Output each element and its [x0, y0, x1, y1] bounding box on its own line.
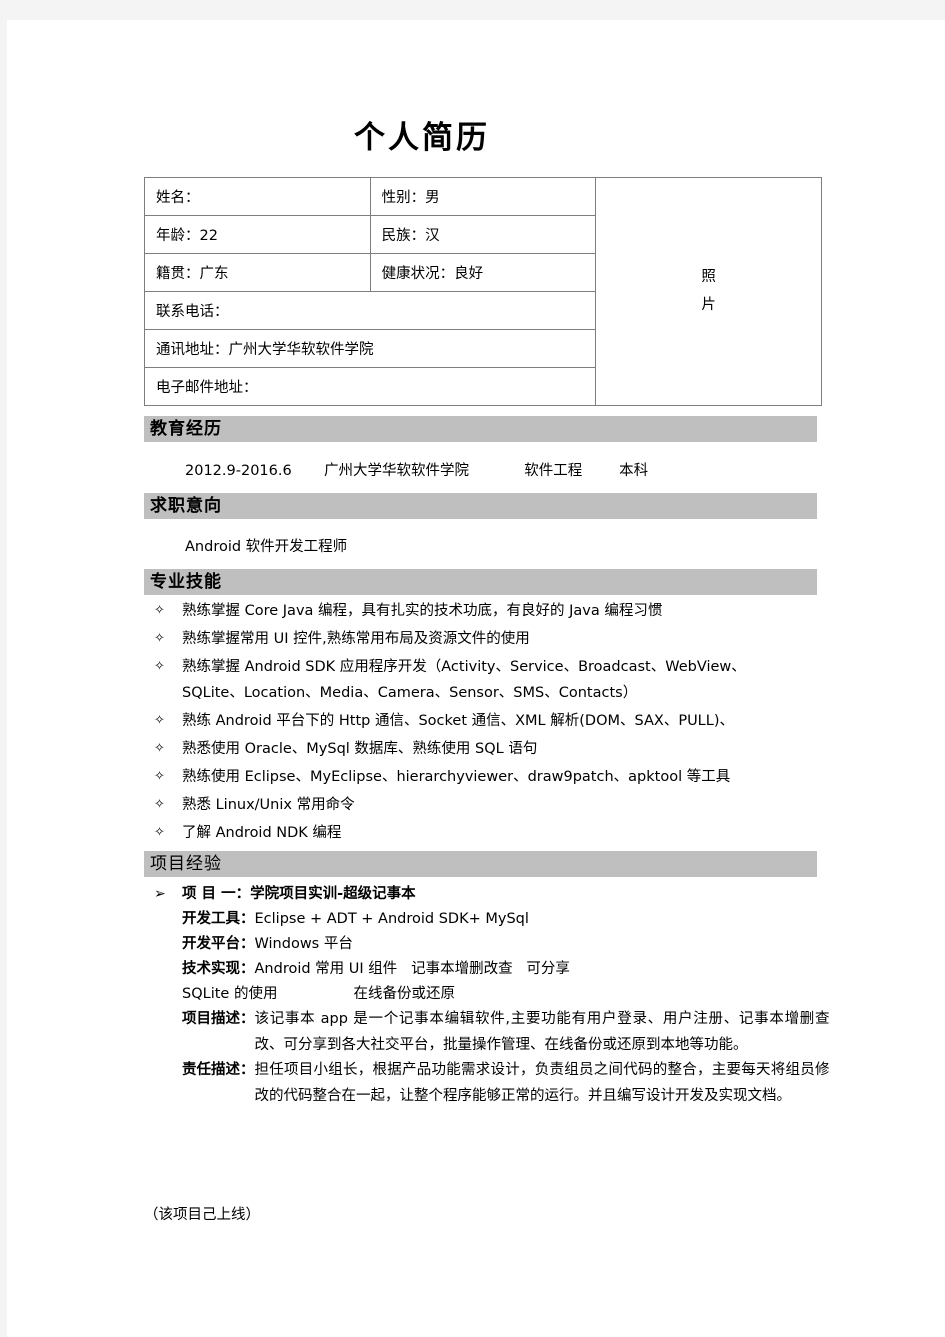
tech-line2-part2: 在线备份或还原	[353, 986, 455, 1002]
skill-text: 熟练使用 Eclipse、MyEclipse、hierarchyviewer、d…	[182, 769, 731, 785]
field-value: Windows 平台	[254, 936, 353, 952]
diamond-bullet-icon: ✧	[154, 603, 165, 618]
skill-text: 熟练 Android 平台下的 Http 通信、Socket 通信、XML 解析…	[182, 713, 734, 729]
photo-placeholder-cell: 照 片	[595, 177, 822, 406]
diamond-bullet-icon: ✧	[154, 659, 165, 674]
list-item: ✧ 熟练掌握常用 UI 控件,熟练常用布局及资源文件的使用	[144, 626, 844, 652]
skill-text: 熟练掌握常用 UI 控件,熟练常用布局及资源文件的使用	[182, 631, 530, 647]
education-entry: 2012.9-2016.6 广州大学华软软件学院 软件工程 本科	[185, 463, 649, 479]
field-value: Eclipse + ADT + Android SDK+ MySql	[254, 911, 529, 927]
project-title-row: ➢ 项 目 一：学院项目实训-超级记事本	[144, 882, 864, 907]
diamond-bullet-icon: ✧	[154, 797, 165, 812]
field-label: 项目描述：	[182, 1011, 255, 1027]
field-label: 开发工具：	[182, 911, 255, 927]
diamond-bullet-icon: ✧	[154, 741, 165, 756]
list-item: ✧ 熟练使用 Eclipse、MyEclipse、hierarchyviewer…	[144, 764, 844, 790]
cell-age: 年龄：22	[144, 215, 371, 254]
cell-phone: 联系电话：	[143, 291, 597, 330]
field-label: 责任描述：	[182, 1062, 255, 1078]
field-value: 担任项目小组长，根据产品功能需求设计，负责组员之间代码的整合，主要每天将组员修改…	[254, 1062, 830, 1104]
project-field-tech: 技术实现： Android 常用 UI 组件 记事本增删改查 可分享	[144, 957, 864, 982]
section-heading-education: 教育经历	[144, 416, 817, 442]
project-title: 项 目 一：学院项目实训-超级记事本	[182, 886, 416, 902]
section-heading-skills: 专业技能	[144, 569, 817, 595]
project-entry: ➢ 项 目 一：学院项目实训-超级记事本 开发工具： Eclipse + ADT…	[144, 882, 864, 1109]
cell-health: 健康状况：良好	[369, 253, 597, 292]
field-value: 该记事本 app 是一个记事本编辑软件,主要功能有用户登录、用户注册、记事本增删…	[254, 1011, 830, 1053]
project-field-dev-platform: 开发平台： Windows 平台	[144, 932, 864, 957]
project-duty: 责任描述： 担任项目小组长，根据产品功能需求设计，负责组员之间代码的整合，主要每…	[144, 1058, 864, 1109]
list-item: ✧ 熟练 Android 平台下的 Http 通信、Socket 通信、XML …	[144, 708, 844, 734]
list-item: ✧ 熟悉使用 Oracle、MySql 数据库、熟练使用 SQL 语句	[144, 736, 844, 762]
project-field-dev-tools: 开发工具： Eclipse + ADT + Android SDK+ MySql	[144, 907, 864, 932]
diamond-bullet-icon: ✧	[154, 825, 165, 840]
skill-text: 了解 Android NDK 编程	[182, 825, 342, 841]
diamond-bullet-icon: ✧	[154, 631, 165, 646]
photo-label-line2: 片	[701, 296, 716, 313]
field-label: 开发平台：	[182, 936, 255, 952]
list-item: ✧ 熟练掌握 Core Java 编程，具有扎实的技术功底，有良好的 Java …	[144, 598, 844, 624]
list-item: ✧ 熟练掌握 Android SDK 应用程序开发（Activity、Servi…	[144, 654, 844, 706]
photo-label-line1: 照	[701, 268, 716, 285]
skill-text: 熟练掌握 Android SDK 应用程序开发（Activity、Service…	[182, 659, 746, 675]
section-heading-job-intention: 求职意向	[144, 493, 817, 519]
section-heading-project: 项目经验	[144, 851, 817, 877]
page-title: 个人简历	[354, 120, 490, 156]
tech-line2-part1: SQLite 的使用	[182, 986, 278, 1002]
skills-list: ✧ 熟练掌握 Core Java 编程，具有扎实的技术功底，有良好的 Java …	[144, 598, 844, 876]
job-intention-entry: Android 软件开发工程师	[185, 539, 348, 555]
table-row: 姓名： 性别：男 照 片	[144, 177, 822, 406]
list-item: ✧ 熟悉 Linux/Unix 常用命令	[144, 792, 844, 818]
personal-info-table: 姓名： 性别：男 照 片 年龄：22 民族：汉 籍贯：广东 健康状况：良好 联系…	[143, 177, 822, 406]
arrow-right-icon: ➢	[154, 886, 166, 902]
cell-gender: 性别：男	[369, 177, 597, 216]
field-label: 技术实现：	[182, 961, 255, 977]
cell-address: 通讯地址：广州大学华软软件学院	[143, 329, 597, 368]
cell-hometown: 籍贯：广东	[144, 253, 371, 292]
cell-name: 姓名：	[144, 177, 371, 216]
skill-text: 熟悉 Linux/Unix 常用命令	[182, 797, 355, 813]
cell-email: 电子邮件地址：	[143, 367, 597, 406]
list-item: ✧ 了解 Android NDK 编程	[144, 820, 844, 846]
diamond-bullet-icon: ✧	[154, 713, 165, 728]
project-tech-second-line: SQLite 的使用 在线备份或还原	[144, 982, 864, 1007]
skill-text: 熟练掌握 Core Java 编程，具有扎实的技术功底，有良好的 Java 编程…	[182, 603, 663, 619]
project-online-note: （该项目己上线）	[144, 1207, 260, 1223]
project-description: 项目描述： 该记事本 app 是一个记事本编辑软件,主要功能有用户登录、用户注册…	[144, 1007, 864, 1058]
diamond-bullet-icon: ✧	[154, 769, 165, 784]
skill-text-continued: SQLite、Location、Media、Camera、Sensor、SMS、…	[182, 685, 638, 701]
resume-page: 个人简历 姓名： 性别：男 照 片 年龄：22 民族：汉 籍贯：广东 健康状况：…	[7, 20, 945, 1337]
field-value: Android 常用 UI 组件 记事本增删改查 可分享	[254, 961, 570, 977]
cell-ethnicity: 民族：汉	[369, 215, 597, 254]
skill-text: 熟悉使用 Oracle、MySql 数据库、熟练使用 SQL 语句	[182, 741, 538, 757]
